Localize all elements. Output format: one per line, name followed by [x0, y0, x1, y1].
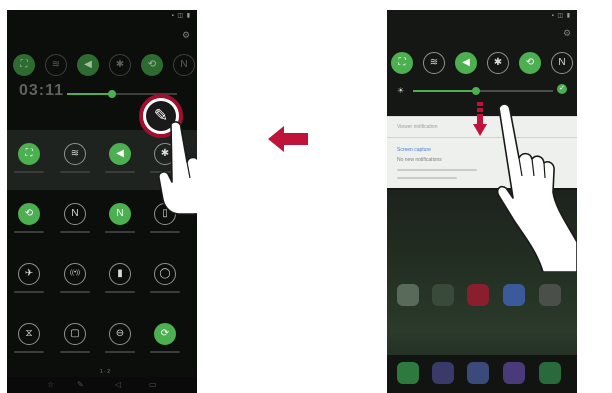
wifi-icon[interactable]: ≋	[64, 143, 86, 165]
screen-share-icon[interactable]: ⧖	[18, 323, 40, 345]
auto-brightness-icon[interactable]: ✓	[557, 84, 567, 94]
wifi-icon[interactable]: ≋	[423, 52, 445, 74]
brightness-icon: ☀	[397, 86, 405, 95]
bluetooth-icon[interactable]: ✱	[109, 54, 131, 76]
auto-rotate-icon[interactable]: ⟲	[519, 52, 541, 74]
notification-heading: Screen capture	[397, 147, 431, 153]
pencil-nav-icon[interactable]: ✎	[77, 380, 84, 389]
notification-title: Viewer notification	[397, 124, 438, 130]
n-icon[interactable]: N	[109, 203, 131, 225]
phone-app-icon[interactable]	[397, 362, 419, 384]
auto-rotate-icon[interactable]: ⟲	[18, 203, 40, 225]
tile-caption	[150, 351, 180, 353]
tile-caption	[60, 351, 90, 353]
bluetooth-icon[interactable]: ✱	[487, 52, 509, 74]
ring-icon[interactable]: ◯	[154, 263, 176, 285]
notification-text-line	[397, 169, 477, 171]
gear-icon[interactable]: ⚙	[182, 30, 190, 41]
notification-label: No new notifications	[397, 157, 442, 163]
sync-icon[interactable]: ⟳	[154, 323, 176, 345]
do-not-disturb-icon[interactable]: ⊖	[109, 323, 131, 345]
brightness-slider-knob[interactable]	[472, 87, 480, 95]
chrome-app-icon[interactable]	[539, 362, 561, 384]
tile-caption	[105, 291, 135, 293]
tile-caption	[14, 231, 44, 233]
tile-caption	[150, 291, 180, 293]
instruction-figure: ▪ ◫ ▮ ⚙ ⛶ ≋ ◀ ✱ ⟲ N 03:11 ⛶ ≋ ◀ ✱ ⟲ N N ▯ ✈ ((•)) ▮ ◯ ⧖ ▢ ⊖…	[0, 0, 612, 393]
sound-icon[interactable]: ◀	[455, 52, 477, 74]
navigation-bar: 1 · 2 ☆ ✎ ◁ ▭	[7, 369, 197, 393]
tile-caption	[14, 291, 44, 293]
airplane-mode-icon[interactable]: ✈	[18, 263, 40, 285]
battery-saver-icon[interactable]: ▮	[109, 263, 131, 285]
tile-caption	[14, 171, 44, 173]
brightness-slider-fill	[67, 93, 112, 95]
chrome-icon[interactable]	[503, 284, 525, 306]
tile-caption	[60, 171, 90, 173]
gallery-app-icon[interactable]	[503, 362, 525, 384]
brightness-slider[interactable]	[413, 87, 553, 95]
screen-capture-icon[interactable]: ⛶	[391, 52, 413, 74]
messages-app-icon[interactable]	[432, 362, 454, 384]
phone-right-notification-panel: ▪ ◫ ▮ ⚙ ⛶ ≋ ◀ ✱ ⟲ N ☀ ✓ Viewer notification S…	[387, 10, 577, 393]
rotation-icon[interactable]: ⟲	[141, 54, 163, 76]
clock: 03:11	[19, 82, 65, 99]
tile-caption	[60, 231, 90, 233]
folder-icon[interactable]	[397, 284, 419, 306]
phone-left-quick-settings-panel: ▪ ◫ ▮ ⚙ ⛶ ≋ ◀ ✱ ⟲ N 03:11 ⛶ ≋ ◀ ✱ ⟲ N N ▯ ✈ ((•)) ▮ ◯ ⧖ ▢ ⊖…	[7, 10, 197, 393]
screen-capture-icon[interactable]: ⛶	[13, 54, 35, 76]
tile-caption	[14, 351, 44, 353]
settings-app-icon[interactable]	[539, 284, 561, 306]
book-icon[interactable]: ▢	[64, 323, 86, 345]
tile-caption	[150, 231, 180, 233]
camera-app-icon[interactable]	[467, 362, 489, 384]
share-icon[interactable]: ◁	[115, 380, 121, 389]
pointing-hand-left	[158, 121, 197, 215]
wifi-icon[interactable]: ≋	[45, 54, 67, 76]
nfc-icon[interactable]: N	[551, 52, 573, 74]
play-store-icon[interactable]	[432, 284, 454, 306]
status-bar: ▪ ◫ ▮	[171, 13, 191, 19]
tile-caption	[105, 351, 135, 353]
nfc-icon[interactable]: N	[173, 54, 195, 76]
swiping-hand-right	[496, 103, 577, 272]
tile-caption	[105, 171, 135, 173]
tile-caption	[105, 231, 135, 233]
nfc-icon[interactable]: N	[64, 203, 86, 225]
screen-capture-icon[interactable]: ⛶	[18, 143, 40, 165]
notification-text-line	[397, 177, 457, 179]
sound-icon[interactable]: ◀	[109, 143, 131, 165]
brightness-slider-fill	[413, 90, 476, 92]
tile-caption	[60, 291, 90, 293]
left-arrow-icon	[268, 126, 308, 152]
status-bar: ▪ ◫ ▮	[551, 13, 571, 19]
hotspot-icon[interactable]: ((•))	[64, 263, 86, 285]
delete-icon[interactable]: ▭	[149, 380, 157, 389]
sound-icon[interactable]: ◀	[77, 54, 99, 76]
page-indicator: 1 · 2	[100, 369, 111, 375]
pen-app-icon[interactable]	[467, 284, 489, 306]
brightness-slider-knob[interactable]	[108, 90, 116, 98]
gear-icon[interactable]: ⚙	[563, 28, 571, 39]
star-icon[interactable]: ☆	[47, 380, 54, 389]
